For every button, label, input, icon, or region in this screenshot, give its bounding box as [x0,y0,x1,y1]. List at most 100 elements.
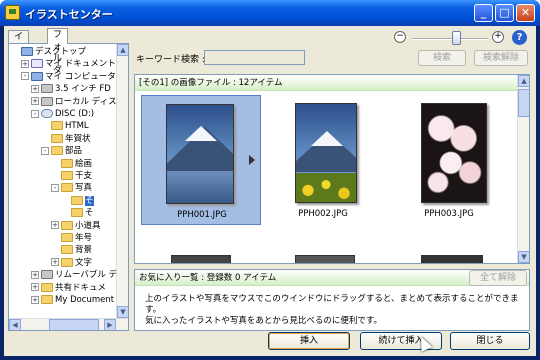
expand-icon[interactable]: + [31,97,39,106]
tree-item[interactable]: - マイ コンピュータ [21,71,116,83]
tree-item-label: 3.5 インチ FD [55,84,111,95]
keyword-search-input[interactable] [204,50,305,65]
image-thumbnail [166,104,234,204]
tree-item[interactable]: 絵画 [51,158,92,170]
insert-button[interactable]: 挿入 [268,332,350,350]
my-computer-icon [31,71,43,81]
folder-icon [61,257,73,267]
scroll-thumb[interactable] [49,319,99,330]
tree-item-label: 絵画 [75,158,93,169]
search-button[interactable]: 検索 [418,50,466,66]
tree-item[interactable]: - 部品 [41,145,82,157]
folder-icon [71,208,83,218]
expand-icon[interactable]: + [31,270,39,279]
tab-illust[interactable]: イラスト [8,30,30,78]
expand-icon[interactable]: + [51,258,59,267]
zoom-slider-track[interactable] [412,38,488,40]
desktop-icon [21,47,33,56]
collapse-icon[interactable]: - [51,183,59,192]
tree-item[interactable]: 背景 [51,244,92,256]
tree-item-label: 干支 [75,171,93,181]
image-thumbnail[interactable] [171,255,231,263]
expand-icon[interactable]: + [31,84,39,93]
tree-item[interactable]: そ [61,207,94,219]
scroll-up-icon[interactable]: ▲ [518,75,529,87]
scroll-thumb[interactable] [518,89,529,117]
clear-search-button[interactable]: 検索解除 [474,50,528,66]
collapse-icon[interactable]: - [41,146,49,155]
tree-item[interactable]: デスクトップ [11,46,86,58]
tree-item[interactable]: +3.5 インチ FD [31,83,111,95]
app-icon [5,5,20,20]
app-window: イラストセンター _ □ ✕ イラスト フォルダ デスクトップ+マイ ドキュメン… [0,0,540,360]
tree-item[interactable]: - DISC (D:) [31,108,94,120]
scroll-down-icon[interactable]: ▼ [117,306,128,318]
close-button[interactable]: 閉じる [450,332,530,350]
expand-icon[interactable]: + [51,221,59,230]
tree-item-label: 小道具 [75,220,101,231]
tree-item[interactable]: + 共有ドキュメ [31,282,106,294]
tree-item-label: 年号 [75,233,93,243]
tree-item-label: 部品 [65,146,83,157]
tree-horizontal-scrollbar[interactable]: ◀ ▶ [9,318,128,330]
gallery-item-caption: PPH002.JPG [298,209,348,219]
tree-item-label: ローカル ディス [55,96,117,107]
zoom-in-icon[interactable]: + [492,31,504,43]
zoom-slider-thumb[interactable] [452,31,462,45]
expand-icon[interactable]: + [31,295,39,304]
tree-item[interactable]: そ [61,195,94,207]
image-thumbnail[interactable] [421,255,483,263]
help-icon[interactable]: ? [512,30,527,45]
window-title: イラストセンター [25,8,113,21]
local-disk-icon [41,96,53,106]
tree-item-label: 背景 [75,245,93,256]
tree-item[interactable]: + ローカル ディス [31,96,117,108]
gallery-vertical-scrollbar[interactable]: ▲ ▼ [517,75,529,263]
expand-icon[interactable]: + [31,283,39,292]
tree-item[interactable]: HTML [41,120,89,132]
tree-vertical-scrollbar[interactable]: ▲ ▼ [116,44,128,330]
collapse-icon[interactable]: - [21,72,29,81]
tree-item[interactable]: + リムーバブル デ [31,269,117,281]
minimize-button[interactable]: _ [474,4,493,22]
tree-item[interactable]: + 文字 [51,257,92,269]
close-window-button[interactable]: ✕ [516,4,535,22]
tree-item[interactable]: - 写真 [51,182,92,194]
tree-item-label: 共有ドキュメ [55,282,107,293]
title-bar[interactable]: イラストセンター _ □ ✕ [0,0,540,26]
maximize-button[interactable]: □ [495,4,514,22]
folder-tree[interactable]: デスクトップ+マイ ドキュメント-マイ コンピュータ+3.5 インチ FD+ロー… [8,43,129,331]
tree-item[interactable]: 年号 [51,232,92,244]
client-area: イラスト フォルダ デスクトップ+マイ ドキュメント-マイ コンピュータ+3.5… [4,26,536,356]
tree-item[interactable]: + マイ ドキュメント [21,58,116,70]
tree-item[interactable]: 干支 [51,170,92,182]
tree-item-label: リムーバブル デ [55,270,118,281]
tree-item-label: 写真 [75,183,93,194]
scroll-down-icon[interactable]: ▼ [518,251,529,263]
tab-folder[interactable]: フォルダ [47,28,69,76]
tree-item-label: 年賀状 [65,133,91,144]
scroll-up-icon[interactable]: ▲ [117,44,128,56]
scroll-right-icon[interactable]: ▶ [104,319,116,330]
favorites-pane[interactable]: お気に入り一覧 : 登録数 0 アイテム 全て解除 上のイラストや写真をマウスで… [134,269,530,331]
removable-drive-icon [41,270,53,280]
tree-item[interactable]: + My Document [31,294,114,306]
tree-item[interactable]: 年賀状 [41,133,91,145]
folder-icon [61,233,73,242]
gallery-item[interactable]: PPH003.JPG [389,95,509,225]
clear-all-favorites-button[interactable]: 全て解除 [469,270,527,286]
scroll-left-icon[interactable]: ◀ [9,319,21,330]
image-thumbnail[interactable] [295,255,355,263]
zoom-out-icon[interactable]: − [394,31,406,43]
tree-item[interactable]: + 小道具 [51,220,101,232]
item-arrow-icon [249,155,255,165]
expand-icon[interactable]: + [21,59,29,68]
search-label: キーワード検索 : [136,55,205,65]
folder-icon [61,220,73,230]
search-bar: キーワード検索 : 検索 検索解除 [134,50,530,66]
collapse-icon[interactable]: - [31,109,39,118]
folder-icon [51,133,63,143]
gallery-item[interactable]: PPH002.JPG [263,95,383,225]
image-thumbnail [295,103,357,203]
gallery-item[interactable]: PPH001.JPG [141,95,261,225]
